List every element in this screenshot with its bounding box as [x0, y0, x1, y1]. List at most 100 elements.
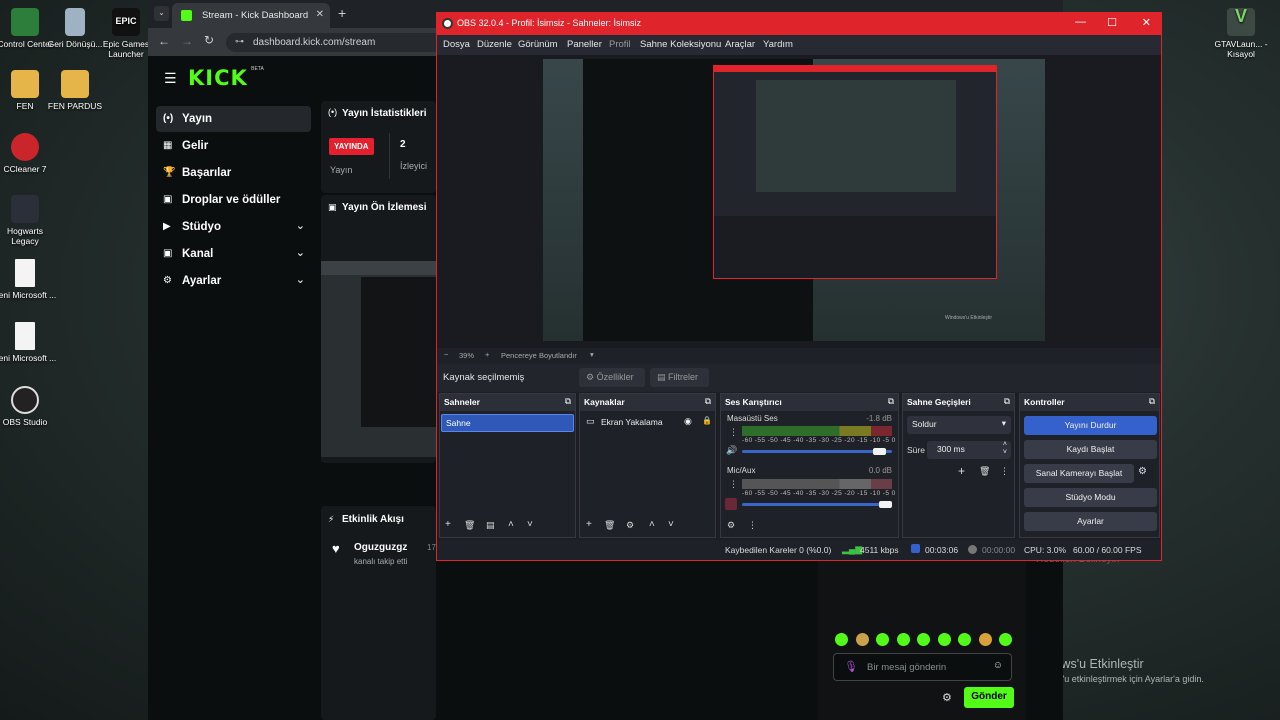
muted-speaker-icon[interactable]	[725, 498, 737, 510]
tab-list-button[interactable]: ⌄	[154, 6, 169, 21]
nav-item-ayarlar[interactable]: ⚙ Ayarlar ⌄	[156, 268, 311, 294]
settings-button[interactable]: Ayarlar	[1024, 512, 1157, 531]
chat-input[interactable]: 🎙 Bir mesaj gönderin ☺	[833, 653, 1012, 681]
chat-settings-icon[interactable]: ⚙	[942, 691, 952, 704]
back-icon[interactable]: ←	[158, 34, 170, 48]
gear-icon[interactable]: ⚙	[626, 520, 634, 531]
duration-input[interactable]: 300 ms ˄ ˅	[927, 441, 1011, 459]
zoom-dropdown-icon[interactable]: ▾	[590, 350, 594, 359]
up-icon[interactable]: ˄	[649, 519, 655, 530]
nav-item-droplar[interactable]: ▣ Droplar ve ödüller	[156, 187, 311, 213]
trash-icon[interactable]: 🗑	[464, 520, 475, 531]
volume-knob[interactable]	[873, 448, 886, 455]
trash-icon[interactable]: 🗑	[979, 466, 990, 477]
visibility-icon[interactable]: ◉	[684, 416, 692, 427]
undock-icon[interactable]: ⧉	[1004, 396, 1010, 407]
menu-duzenle[interactable]: Düzenle	[477, 39, 512, 50]
emote-icon[interactable]	[917, 633, 930, 646]
add-icon[interactable]: +	[586, 519, 592, 530]
down-icon[interactable]: ˅	[668, 519, 674, 530]
nav-item-studyo[interactable]: ▶ Stüdyo ⌄	[156, 214, 311, 240]
zoom-in-button[interactable]: +	[485, 350, 489, 359]
scenes-title: Sahneler	[444, 397, 480, 407]
trash-icon[interactable]: 🗑	[604, 520, 615, 531]
close-icon[interactable]: ✕	[1142, 16, 1151, 29]
desktop-icon-microsoft-1[interactable]: Yeni Microsoft ...	[0, 259, 57, 300]
volume-knob[interactable]	[879, 501, 892, 508]
close-tab-icon[interactable]: ✕	[316, 9, 324, 20]
virtual-camera-settings-icon[interactable]: ⚙	[1138, 466, 1147, 477]
kick-logo[interactable]: KICK BETA	[188, 66, 264, 90]
menu-araclar[interactable]: Araçlar	[725, 39, 755, 50]
desktop-icon-fen-pardus[interactable]: FEN PARDUS	[43, 70, 107, 111]
send-button[interactable]: Gönder	[964, 687, 1014, 708]
filters-button[interactable]: ▤ Filtreler	[650, 368, 709, 387]
emoji-icon[interactable]: ☺	[993, 660, 1003, 671]
emote-icon[interactable]	[855, 633, 869, 646]
more-icon[interactable]: ⋮	[1000, 466, 1009, 477]
mixer-title: Ses Karıştırıcı	[725, 397, 782, 407]
new-tab-button[interactable]: +	[338, 5, 346, 21]
undock-icon[interactable]: ⧉	[1149, 396, 1155, 407]
studio-mode-button[interactable]: Stüdyo Modu	[1024, 488, 1157, 507]
desktop-icon-obs[interactable]: OBS Studio	[0, 386, 57, 427]
stepper-icon[interactable]: ˄ ˅	[1003, 441, 1007, 457]
nav-item-kanal[interactable]: ▣ Kanal ⌄	[156, 241, 311, 267]
channel-menu-icon[interactable]: ⋮	[729, 427, 738, 438]
emote-icon[interactable]	[896, 633, 910, 646]
fit-to-window-label[interactable]: Pencereye Boyutlandır	[501, 351, 577, 360]
menu-profil[interactable]: Profil	[609, 39, 631, 50]
emote-icon[interactable]	[958, 633, 971, 646]
properties-button[interactable]: ⚙ Özellikler	[579, 368, 645, 387]
undock-icon[interactable]: ⧉	[565, 396, 571, 407]
menu-dosya[interactable]: Dosya	[443, 39, 470, 50]
volume-slider[interactable]	[742, 503, 892, 506]
filter-icon[interactable]: ▤	[486, 520, 495, 531]
nav-item-basarilar[interactable]: 🏆 Başarılar	[156, 160, 311, 186]
desktop-icon-microsoft-2[interactable]: Yeni Microsoft ...	[0, 322, 57, 363]
menu-sahne-koleksiyonu[interactable]: Sahne Koleksiyonu	[640, 39, 721, 50]
scene-item[interactable]: Sahne	[441, 414, 574, 432]
undock-icon[interactable]: ⧉	[888, 396, 894, 407]
desktop-icon-ccleaner[interactable]: CCleaner 7	[0, 133, 57, 174]
speaker-icon[interactable]: 🔊	[726, 445, 737, 456]
obs-preview[interactable]: Windows'u Etkinleştir	[437, 55, 1161, 348]
desktop-icon-gtav[interactable]: V GTAVLaun... - Kısayol	[1209, 7, 1273, 59]
emote-icon[interactable]	[937, 633, 951, 646]
menu-paneller[interactable]: Paneller	[567, 39, 602, 50]
advanced-audio-icon[interactable]: ⚙	[727, 520, 735, 531]
menu-gorunum[interactable]: Görünüm	[518, 39, 558, 50]
menu-icon[interactable]: ☰	[164, 70, 177, 87]
activity-user[interactable]: Oguzguzgz	[354, 542, 407, 553]
volume-slider[interactable]	[742, 450, 892, 453]
add-icon[interactable]: +	[445, 519, 451, 530]
lightning-icon: ⚡	[328, 514, 335, 524]
lock-icon[interactable]: 🔒	[702, 416, 712, 425]
maximize-icon[interactable]: ☐	[1107, 16, 1117, 29]
stop-stream-button[interactable]: Yayını Durdur	[1024, 416, 1157, 435]
emote-icon[interactable]	[978, 633, 992, 646]
desktop-icon-hogwarts[interactable]: Hogwarts Legacy	[0, 195, 57, 246]
channel-menu-icon[interactable]: ⋮	[729, 479, 738, 490]
browser-tab[interactable]: Stream - Kick Dashboard ✕	[172, 3, 330, 28]
reload-icon[interactable]: ↻	[204, 33, 214, 47]
emote-icon[interactable]	[876, 633, 889, 646]
more-icon[interactable]: ⋮	[748, 520, 757, 531]
start-recording-button[interactable]: Kaydı Başlat	[1024, 440, 1157, 459]
preview-video[interactable]	[321, 261, 436, 457]
down-icon[interactable]: ˅	[527, 519, 533, 530]
minimize-icon[interactable]: —	[1075, 16, 1086, 28]
nav-item-yayin[interactable]: (•) Yayın	[156, 106, 311, 132]
nav-item-gelir[interactable]: ▦ Gelir	[156, 133, 311, 159]
forward-icon[interactable]: →	[181, 34, 193, 48]
undock-icon[interactable]: ⧉	[705, 396, 711, 407]
source-item[interactable]: ▭ Ekran Yakalama ◉ 🔒	[581, 414, 714, 432]
up-icon[interactable]: ˄	[508, 519, 514, 530]
start-virtual-camera-button[interactable]: Sanal Kamerayı Başlat	[1024, 464, 1134, 483]
menu-yardim[interactable]: Yardım	[763, 39, 793, 50]
emote-icon[interactable]	[835, 633, 848, 646]
transition-select[interactable]: Soldur ▾	[907, 416, 1011, 434]
emote-icon[interactable]	[999, 633, 1012, 646]
add-icon[interactable]: +	[958, 464, 965, 478]
zoom-out-button[interactable]: −	[444, 350, 448, 359]
